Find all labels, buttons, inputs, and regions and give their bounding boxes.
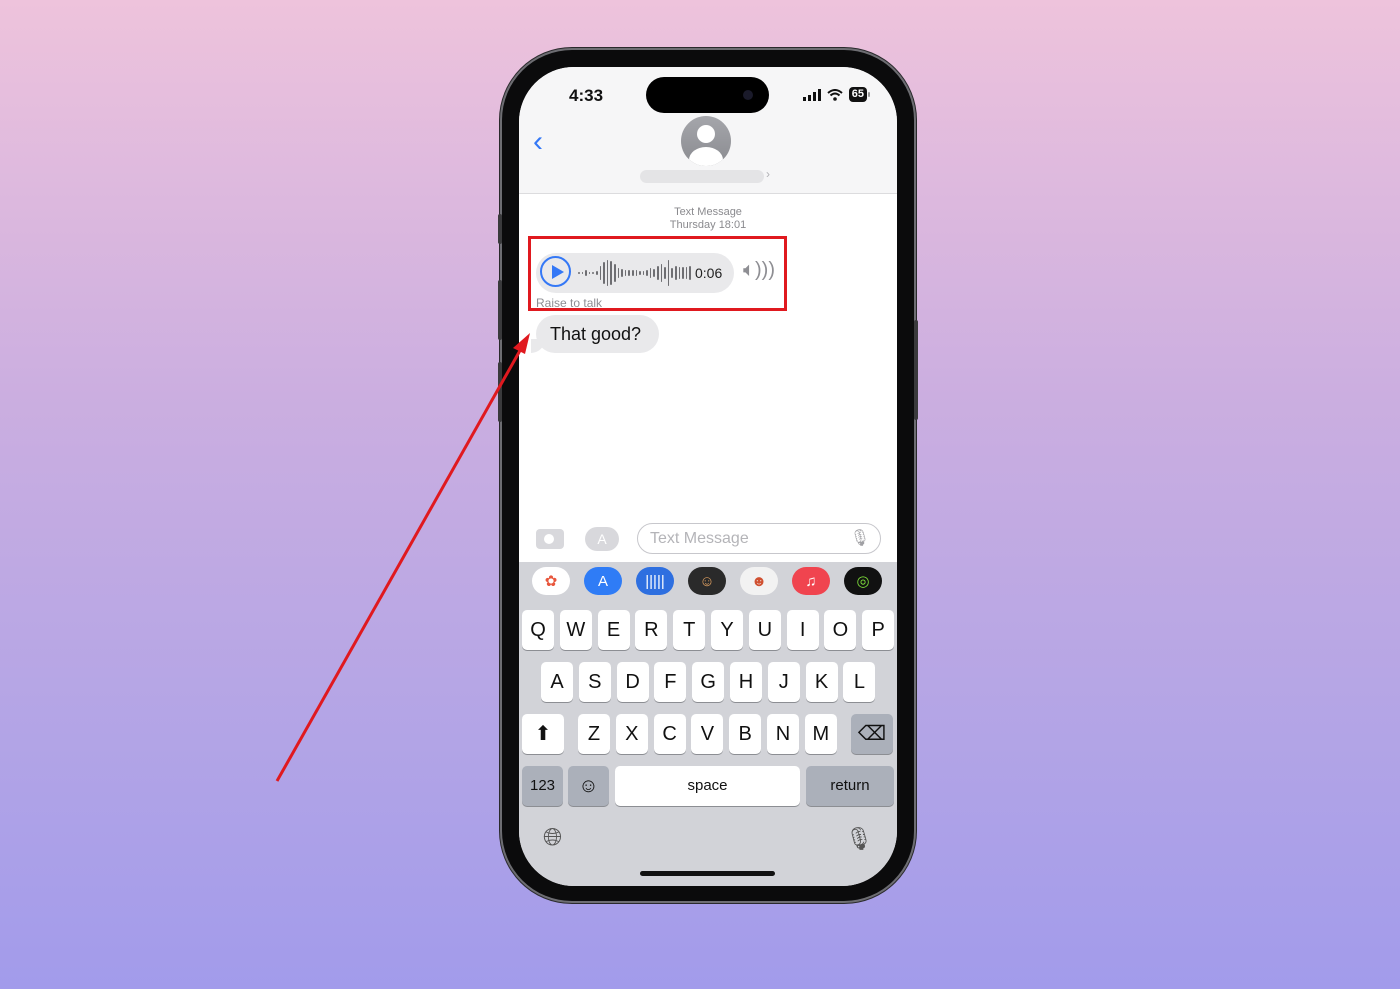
shift-arrow-icon: ⬆ xyxy=(534,723,552,745)
memoji-app-icon[interactable]: ☺ xyxy=(688,567,726,595)
return-key[interactable]: return xyxy=(806,766,894,806)
key-m[interactable]: M xyxy=(804,714,837,754)
compose-bar: A Text Message 🎙︎ xyxy=(519,514,897,562)
signal-icon xyxy=(802,88,821,101)
app-store-app-icon[interactable]: A xyxy=(584,567,622,595)
key-s[interactable]: S xyxy=(578,662,611,702)
volume-up-button xyxy=(498,280,502,340)
key-d[interactable]: D xyxy=(616,662,649,702)
key-h[interactable]: H xyxy=(730,662,762,702)
message-type-label: Text Message xyxy=(674,206,742,218)
shift-key[interactable]: ⬆ xyxy=(522,714,564,754)
volume-down-button xyxy=(498,362,502,422)
globe-icon[interactable]: 🌐︎ xyxy=(543,824,562,852)
microphone-icon[interactable]: 🎙︎ xyxy=(850,524,870,554)
key-b[interactable]: B xyxy=(729,714,762,754)
message-input[interactable]: Text Message 🎙︎ xyxy=(637,523,881,554)
dictation-microphone-icon[interactable]: 🎙︎ xyxy=(845,826,873,852)
audio-message-app-icon[interactable]: ||||| xyxy=(636,567,674,595)
chevron-left-icon: ‹ xyxy=(533,125,543,158)
contact-name-redacted[interactable] xyxy=(640,170,764,183)
back-button[interactable]: ‹ xyxy=(533,127,543,157)
app-store-icon: A xyxy=(597,531,607,547)
message-timestamp: Thursday 18:01 xyxy=(669,219,747,231)
key-a[interactable]: A xyxy=(541,662,573,702)
photos-app-icon[interactable]: ✿ xyxy=(532,567,570,595)
imessage-app-drawer: ✿ A ||||| ☺ ☻ ♫ ◎ xyxy=(519,562,897,607)
dynamic-island xyxy=(646,77,769,113)
key-w[interactable]: W xyxy=(559,610,592,650)
activity-app-icon[interactable]: ◎ xyxy=(844,567,882,595)
key-c[interactable]: C xyxy=(653,714,686,754)
key-j[interactable]: J xyxy=(767,662,800,702)
key-g[interactable]: G xyxy=(692,662,725,702)
key-n[interactable]: N xyxy=(767,714,799,754)
home-indicator xyxy=(640,871,775,876)
numbers-key[interactable]: 123 xyxy=(522,766,563,806)
contact-avatar[interactable] xyxy=(681,116,731,166)
key-l[interactable]: L xyxy=(843,662,876,702)
key-x[interactable]: X xyxy=(615,714,648,754)
space-key[interactable]: space xyxy=(615,766,800,806)
battery-indicator: 65 xyxy=(848,87,871,102)
key-y[interactable]: Y xyxy=(711,610,743,650)
key-r[interactable]: R xyxy=(635,610,668,650)
key-k[interactable]: K xyxy=(805,662,838,702)
key-z[interactable]: Z xyxy=(578,714,610,754)
phone-screen: 4:33 65 ‹ › Text Message Thursday 18:01 … xyxy=(519,67,897,886)
action-button xyxy=(498,214,502,244)
key-t[interactable]: T xyxy=(673,610,706,650)
camera-button[interactable] xyxy=(536,529,564,549)
music-app-icon[interactable]: ♫ xyxy=(792,567,830,595)
status-time: 4:33 xyxy=(569,86,604,105)
message-input-placeholder: Text Message xyxy=(650,530,749,547)
wifi-icon xyxy=(827,88,843,101)
memoji-stickers-app-icon[interactable]: ☻ xyxy=(740,567,778,595)
key-o[interactable]: O xyxy=(824,610,857,650)
key-e[interactable]: E xyxy=(597,610,630,650)
delete-key[interactable]: ⌫ xyxy=(851,714,893,754)
key-u[interactable]: U xyxy=(748,610,781,650)
front-camera-icon xyxy=(743,90,753,100)
emoji-key[interactable]: ☺ xyxy=(568,766,609,806)
status-icons: 65 xyxy=(802,87,871,102)
keyboard: ✿ A ||||| ☺ ☻ ♫ ◎ QWERTYUIOP ASDFGHJKL ⬆ ⌫ ZXC… xyxy=(519,562,897,886)
power-button xyxy=(914,320,918,420)
arrow-shaft xyxy=(275,346,524,782)
key-f[interactable]: F xyxy=(654,662,687,702)
annotation-highlight-box xyxy=(528,236,787,311)
message-bubble[interactable]: That good? xyxy=(536,315,660,353)
chevron-right-icon: › xyxy=(766,167,770,181)
key-v[interactable]: V xyxy=(691,714,724,754)
conversation-header: 4:33 65 ‹ › xyxy=(519,67,897,194)
key-q[interactable]: Q xyxy=(522,610,554,650)
key-p[interactable]: P xyxy=(862,610,895,650)
apps-button[interactable]: A xyxy=(585,527,619,551)
emoji-face-icon: ☺ xyxy=(578,775,599,797)
key-i[interactable]: I xyxy=(786,610,819,650)
delete-backward-icon: ⌫ xyxy=(857,723,887,745)
